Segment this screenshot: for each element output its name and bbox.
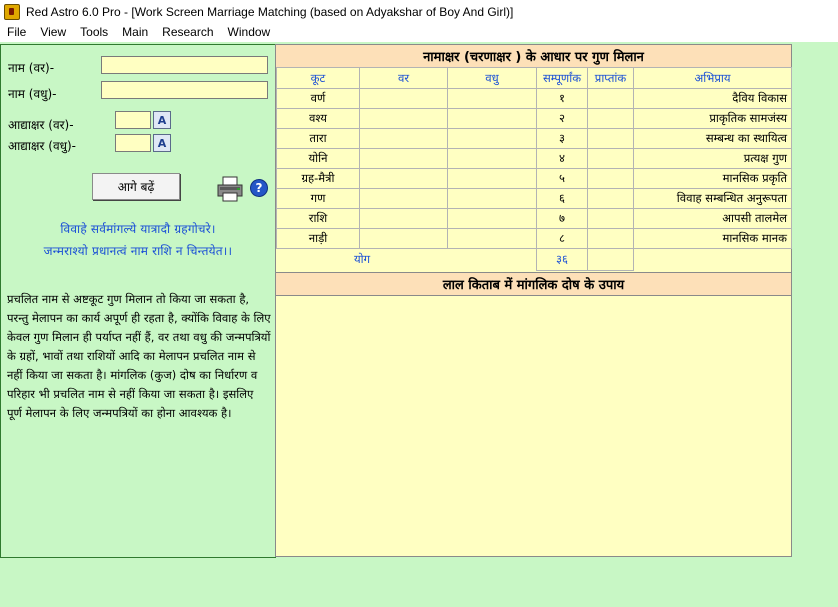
col-header-obtained: प्राप्तांक — [587, 67, 634, 89]
shloka-line-2: जन्मराश्यो प्रधानत्वं नाम राशि न चिन्तये… — [43, 244, 233, 258]
total-cell: ५ — [536, 168, 588, 189]
var-cell — [359, 148, 448, 169]
col-header-koot: कूट — [276, 67, 360, 89]
total-cell: ३ — [536, 128, 588, 149]
obtained-cell — [587, 88, 634, 109]
meaning-cell: सम्बन्ध का स्थायित्व — [633, 128, 792, 149]
table-row: योनि ४ प्रत्यक्ष गुण — [276, 148, 792, 169]
matching-panel: नामाक्षर (चरणाक्षर ) के आधार पर गुण मिला… — [275, 44, 792, 557]
total-value: ३६ — [536, 248, 588, 271]
var-cell — [359, 108, 448, 129]
total-cell: ८ — [536, 228, 588, 249]
total-cell: १ — [536, 88, 588, 109]
obtained-cell — [587, 128, 634, 149]
col-header-var: वर — [359, 67, 448, 89]
table-header-row: कूट वर वधु सम्पूर्णांक प्राप्तांक अभिप्र… — [276, 67, 792, 89]
shloka-line-1: विवाहे सर्वमांगल्ये यात्रादौ ग्रहगोचरे। — [60, 222, 216, 236]
meaning-cell: मानसिक प्रकृति — [633, 168, 792, 189]
koot-cell: योनि — [276, 148, 360, 169]
meaning-cell: आपसी तालमेल — [633, 208, 792, 229]
remedy-title: लाल किताब में मांगलिक दोष के उपाय — [276, 272, 791, 296]
table-row: नाड़ी ८ मानसिक मानक — [276, 228, 792, 249]
groom-initial-label: आद्याक्षर (वर)- — [8, 118, 74, 132]
total-row: योग ३६ — [277, 248, 792, 271]
title-bar: Red Astro 6.0 Pro - [Work Screen Marriag… — [0, 0, 838, 23]
menu-file[interactable]: File — [0, 23, 33, 42]
printer-icon[interactable] — [216, 176, 244, 202]
col-header-vadhu: वधु — [447, 67, 537, 89]
koot-cell: तारा — [276, 128, 360, 149]
total-cell: ७ — [536, 208, 588, 229]
matching-title: नामाक्षर (चरणाक्षर ) के आधार पर गुण मिला… — [276, 45, 791, 68]
meaning-cell: विवाह सम्बन्धित अनुरूपता — [633, 188, 792, 209]
table-row: राशि ७ आपसी तालमेल — [276, 208, 792, 229]
groom-initial-input[interactable] — [115, 111, 151, 129]
meaning-cell: प्राकृतिक सामजंस्य — [633, 108, 792, 129]
vadhu-cell — [447, 228, 537, 249]
obtained-cell — [587, 188, 634, 209]
total-cell: २ — [536, 108, 588, 129]
total-cell: ४ — [536, 148, 588, 169]
groom-letter-picker-button[interactable]: A — [153, 111, 171, 129]
total-cell: ६ — [536, 188, 588, 209]
vadhu-cell — [447, 148, 537, 169]
menu-view[interactable]: View — [33, 23, 73, 42]
meaning-cell: प्रत्यक्ष गुण — [633, 148, 792, 169]
table-row: ग्रह-मैत्री ५ मानसिक प्रकृति — [276, 168, 792, 189]
bride-name-label: नाम (वधु)- — [8, 87, 57, 101]
groom-name-label: नाम (वर)- — [8, 61, 55, 75]
table-row: वर्ण १ दैविय विकास — [276, 88, 792, 109]
menu-tools[interactable]: Tools — [73, 23, 115, 42]
total-obtained — [587, 248, 634, 271]
vadhu-cell — [447, 208, 537, 229]
koot-cell: ग्रह-मैत्री — [276, 168, 360, 189]
meaning-cell: दैविय विकास — [633, 88, 792, 109]
table-row: गण ६ विवाह सम्बन्धित अनुरूपता — [276, 188, 792, 209]
bride-letter-picker-button[interactable]: A — [153, 134, 171, 152]
obtained-cell — [587, 108, 634, 129]
menu-window[interactable]: Window — [221, 23, 278, 42]
menu-main[interactable]: Main — [115, 23, 155, 42]
var-cell — [359, 88, 448, 109]
var-cell — [359, 188, 448, 209]
obtained-cell — [587, 208, 634, 229]
obtained-cell — [587, 228, 634, 249]
koot-cell: राशि — [276, 208, 360, 229]
koot-cell: गण — [276, 188, 360, 209]
table-row: तारा ३ सम्बन्ध का स्थायित्व — [276, 128, 792, 149]
var-cell — [359, 168, 448, 189]
bride-initial-label: आद्याक्षर (वधु)- — [8, 139, 77, 153]
vadhu-cell — [447, 188, 537, 209]
total-label: योग — [353, 252, 371, 267]
vadhu-cell — [447, 128, 537, 149]
help-icon[interactable]: ? — [250, 179, 268, 197]
bride-initial-input[interactable] — [115, 134, 151, 152]
col-header-meaning: अभिप्राय — [633, 67, 792, 89]
obtained-cell — [587, 168, 634, 189]
window-title: Red Astro 6.0 Pro - [Work Screen Marriag… — [26, 4, 514, 19]
koot-cell: नाड़ी — [276, 228, 360, 249]
app-icon — [4, 3, 20, 20]
vadhu-cell — [447, 168, 537, 189]
vadhu-cell — [447, 88, 537, 109]
vadhu-cell — [447, 108, 537, 129]
bride-name-input[interactable] — [101, 81, 268, 99]
next-button[interactable]: आगे बढ़ें — [92, 173, 180, 200]
col-header-total: सम्पूर्णांक — [536, 67, 588, 89]
matching-table: कूट वर वधु सम्पूर्णांक प्राप्तांक अभिप्र… — [276, 67, 792, 271]
description-text: प्रचलित नाम से अष्टकूट गुण मिलान तो किया… — [7, 292, 271, 420]
var-cell — [359, 208, 448, 229]
meaning-cell: मानसिक मानक — [633, 228, 792, 249]
menu-bar: File View Tools Main Research Window — [0, 23, 838, 42]
koot-cell: वश्य — [276, 108, 360, 129]
var-cell — [359, 128, 448, 149]
menu-research[interactable]: Research — [155, 23, 220, 42]
koot-cell: वर्ण — [276, 88, 360, 109]
groom-name-input[interactable] — [101, 56, 268, 74]
table-row: वश्य २ प्राकृतिक सामजंस्य — [276, 108, 792, 129]
input-panel: नाम (वर)- नाम (वधु)- आद्याक्षर (वर)- A आ… — [0, 44, 276, 558]
var-cell — [359, 228, 448, 249]
obtained-cell — [587, 148, 634, 169]
